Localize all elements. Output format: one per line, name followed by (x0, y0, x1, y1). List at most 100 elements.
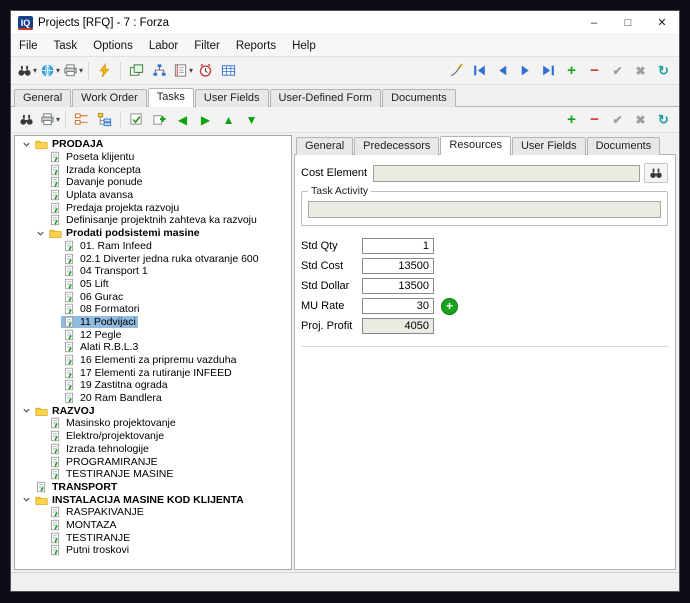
detail-tab-predecessors[interactable]: Predecessors (354, 137, 439, 155)
design-mode-button[interactable] (446, 60, 467, 81)
tree-node-programiranje[interactable]: PROGRAMIRANJE (15, 455, 291, 468)
tree-node-body[interactable]: 19 Zastitna ograda (61, 379, 170, 391)
tree-node-body[interactable]: 11 Podvijaci (61, 316, 138, 328)
insert-task-button[interactable] (149, 109, 170, 130)
cancel-edit-button[interactable]: ✖ (630, 60, 651, 81)
tree-node-body[interactable]: Izrada koncepta (47, 164, 143, 176)
cost-element-input[interactable] (373, 165, 640, 182)
tree-node-12-pegle[interactable]: 12 Pegle (15, 328, 291, 341)
tree-node-body[interactable]: RASPAKIVANJE (47, 506, 146, 518)
tree-node-body[interactable]: Uplata avansa (47, 189, 135, 201)
detail-tab-resources[interactable]: Resources (440, 136, 511, 155)
find-task-button[interactable] (16, 109, 37, 130)
last-record-button[interactable] (538, 60, 559, 81)
menu-filter[interactable]: Filter (186, 40, 228, 52)
tree-node-17-elementi-za-rutiranje-infeed[interactable]: 17 Elementi za rutiranje INFEED (15, 366, 291, 379)
tree-node-elektro-projektovanje[interactable]: Elektro/projektovanje (15, 430, 291, 443)
proj-profit-input[interactable]: 4050 (362, 318, 434, 334)
tree-node-body[interactable]: 06 Gurac (61, 291, 125, 303)
menu-task[interactable]: Task (46, 40, 86, 52)
tree-node-prodaja[interactable]: PRODAJA (15, 138, 291, 151)
move-up-button[interactable]: ▲ (218, 109, 239, 130)
delete-task-button[interactable]: − (584, 109, 605, 130)
tree-node-alati-r-b-l-3[interactable]: Alati R.B.L.3 (15, 341, 291, 354)
add-mu-rate-button[interactable]: + (441, 298, 458, 315)
tree-node-instalacija-masine-kod-klijenta[interactable]: INSTALACIJA MASINE KOD KLIJENTA (15, 493, 291, 506)
move-left-button[interactable]: ◀ (172, 109, 193, 130)
tree-node-uplata-avansa[interactable]: Uplata avansa (15, 189, 291, 202)
tree-node-body[interactable]: 04 Transport 1 (61, 265, 150, 277)
tree-node-body[interactable]: Elektro/projektovanje (47, 430, 166, 442)
tree-node-body[interactable]: 01. Ram Infeed (61, 240, 154, 252)
select-tasks-button[interactable] (126, 109, 147, 130)
delete-record-button[interactable]: − (584, 60, 605, 81)
tree-node-poseta-klijentu[interactable]: Poseta klijentu (15, 151, 291, 164)
std-cost-input[interactable]: 13500 (362, 258, 434, 274)
print-tasks-button[interactable]: ▾ (39, 109, 60, 130)
tree-node-definisanje-projektnih-zahteva-ka-razvoju[interactable]: Definisanje projektnih zahteva ka razvoj… (15, 214, 291, 227)
tree-node-body[interactable]: 17 Elementi za rutiranje INFEED (61, 367, 234, 379)
menu-file[interactable]: File (11, 40, 46, 52)
tree-node-masinsko-projektovanje[interactable]: Masinsko projektovanje (15, 417, 291, 430)
expander-icon[interactable] (34, 227, 47, 239)
tree-node-19-zastitna-ograda[interactable]: 19 Zastitna ograda (15, 379, 291, 392)
org-chart-button[interactable] (149, 60, 170, 81)
tree-node-body[interactable]: TESTIRANJE MASINE (47, 468, 175, 480)
std-dollar-input[interactable]: 13500 (362, 278, 434, 294)
tree-node-body[interactable]: 12 Pegle (61, 329, 123, 341)
tree-node-body[interactable]: Davanje ponude (47, 176, 144, 188)
tree-node-body[interactable]: PRODAJA (33, 138, 105, 150)
tree-node-body[interactable]: INSTALACIJA MASINE KOD KLIJENTA (33, 494, 246, 506)
tree-node-01-ram-infeed[interactable]: 01. Ram Infeed (15, 240, 291, 253)
post-task-button[interactable]: ✔ (607, 109, 628, 130)
tree-node-testiranje[interactable]: TESTIRANJE (15, 531, 291, 544)
tree-node-prodati-podsistemi-masine[interactable]: Prodati podsistemi masine (15, 227, 291, 240)
spreadsheet-button[interactable] (218, 60, 239, 81)
task-activity-input[interactable] (308, 201, 661, 218)
add-task-button[interactable]: + (561, 109, 582, 130)
tree-node-body[interactable]: Alati R.B.L.3 (61, 341, 140, 353)
tree-node-body[interactable]: 02.1 Diverter jedna ruka otvaranje 600 (61, 253, 261, 265)
maximize-button[interactable]: □ (611, 11, 645, 34)
tree-node-body[interactable]: RAZVOJ (33, 405, 97, 417)
tab-work-order[interactable]: Work Order (72, 89, 147, 107)
tree-node-body[interactable]: 05 Lift (61, 278, 111, 290)
collapse-all-button[interactable] (71, 109, 92, 130)
quick-launch-button[interactable] (94, 60, 115, 81)
menu-options[interactable]: Options (85, 40, 141, 52)
tree-node-body[interactable]: Predaja projekta razvoju (47, 202, 181, 214)
expander-icon[interactable] (20, 405, 33, 417)
tree-node-05-lift[interactable]: 05 Lift (15, 278, 291, 291)
refresh-record-button[interactable]: ↻ (653, 60, 674, 81)
first-record-button[interactable] (469, 60, 490, 81)
tab-user-defined-form[interactable]: User-Defined Form (270, 89, 382, 107)
print-button[interactable]: ▾ (62, 60, 83, 81)
tree-node-20-ram-bandlera[interactable]: 20 Ram Bandlera (15, 392, 291, 405)
menu-reports[interactable]: Reports (228, 40, 284, 52)
refresh-tasks-button[interactable]: ↻ (653, 109, 674, 130)
tree-node-body[interactable]: Putni troskovi (47, 544, 131, 556)
tree-node-davanje-ponude[interactable]: Davanje ponude (15, 176, 291, 189)
tree-node-testiranje-masine[interactable]: TESTIRANJE MASINE (15, 468, 291, 481)
insert-record-button[interactable]: + (561, 60, 582, 81)
tree-node-body[interactable]: TESTIRANJE (47, 532, 132, 544)
prior-record-button[interactable] (492, 60, 513, 81)
copy-window-button[interactable] (126, 60, 147, 81)
tree-node-16-elementi-za-pripremu-vazduha[interactable]: 16 Elementi za pripremu vazduha (15, 354, 291, 367)
tree-node-raspakivanje[interactable]: RASPAKIVANJE (15, 506, 291, 519)
tree-node-body[interactable]: TRANSPORT (33, 481, 119, 493)
tree-node-body[interactable]: 08 Formatori (61, 303, 142, 315)
tree-node-04-transport-1[interactable]: 04 Transport 1 (15, 265, 291, 278)
move-right-button[interactable]: ▶ (195, 109, 216, 130)
tree-node-body[interactable]: Izrada tehnologije (47, 443, 151, 455)
move-down-button[interactable]: ▼ (241, 109, 262, 130)
tab-documents[interactable]: Documents (382, 89, 456, 107)
tree-node-body[interactable]: Masinsko projektovanje (47, 417, 178, 429)
menu-labor[interactable]: Labor (141, 40, 186, 52)
tree-node-body[interactable]: Definisanje projektnih zahteva ka razvoj… (47, 214, 259, 226)
post-edit-button[interactable]: ✔ (607, 60, 628, 81)
tree-node-body[interactable]: MONTAZA (47, 519, 119, 531)
next-record-button[interactable] (515, 60, 536, 81)
tree-node-06-gurac[interactable]: 06 Gurac (15, 290, 291, 303)
tree-node-body[interactable]: 16 Elementi za pripremu vazduha (61, 354, 238, 366)
